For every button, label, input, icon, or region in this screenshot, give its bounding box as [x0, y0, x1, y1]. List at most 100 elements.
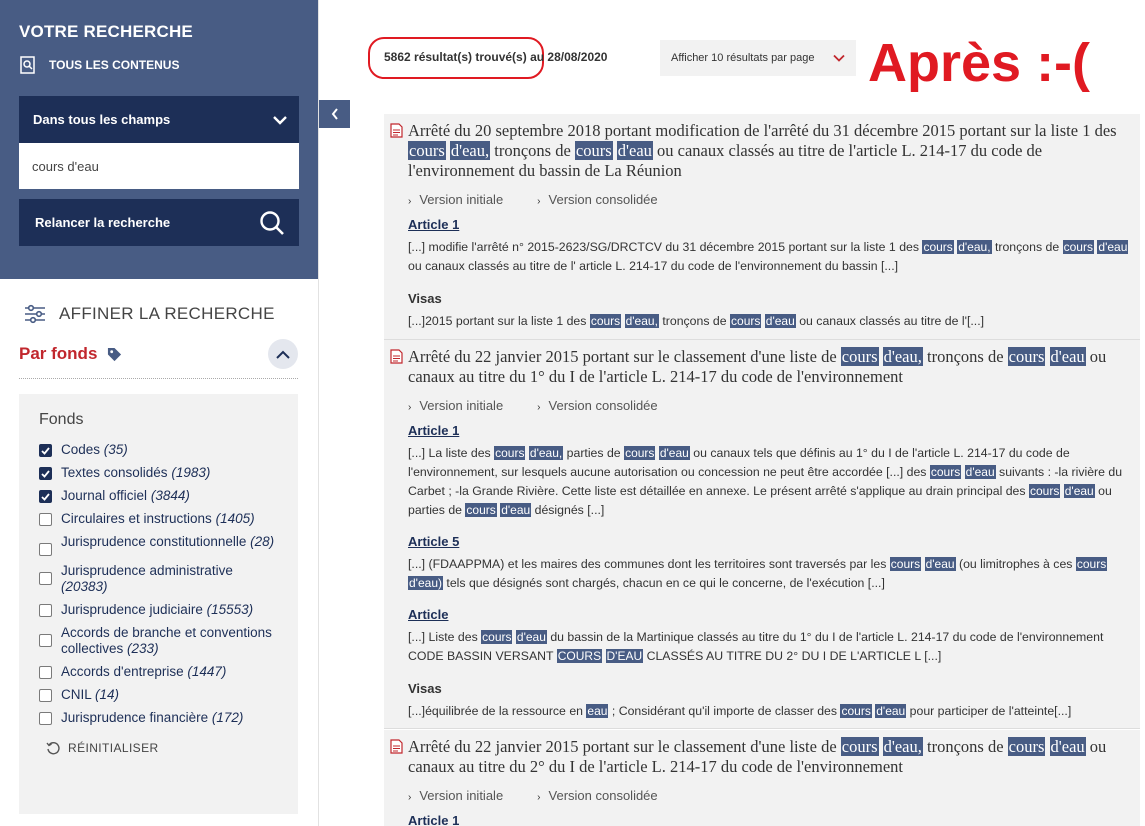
article-link[interactable]: Article — [408, 607, 1140, 622]
highlight: cours — [1075, 557, 1108, 571]
sidebar-title: VOTRE RECHERCHE — [19, 22, 193, 41]
result-excerpt: [...] La liste des cours d'eau, parties … — [408, 444, 1140, 520]
result-item: Arrêté du 22 janvier 2015 portant sur le… — [384, 730, 1140, 826]
fonds-item-textes-consolides[interactable]: Textes consolidés (1983) — [39, 465, 278, 481]
checkbox[interactable] — [39, 634, 52, 647]
version-consolidee-link[interactable]: Version consolidée — [537, 192, 658, 207]
collapse-fonds-button[interactable] — [268, 339, 298, 369]
highlight: d'eau, — [624, 314, 659, 328]
checkmark-icon — [41, 492, 50, 501]
fonds-item-label: Textes consolidés — [61, 465, 168, 480]
title-text: tronçons de — [490, 141, 575, 160]
article-link[interactable]: Article 5 — [408, 534, 1140, 549]
fonds-item-jurisprudence-administrative[interactable]: Jurisprudence administrative (20383) — [39, 563, 278, 595]
fonds-item-journal-officiel[interactable]: Journal officiel (3844) — [39, 488, 278, 504]
fonds-section-header: Par fonds — [19, 339, 298, 379]
search-input[interactable] — [19, 143, 299, 189]
annotation-text: Après :-( — [868, 33, 1091, 93]
result-title[interactable]: Arrêté du 22 janvier 2015 portant sur le… — [408, 737, 1140, 777]
highlight: d'eau — [658, 446, 690, 460]
per-page-label: Afficher 10 résultats par page — [671, 52, 815, 64]
excerpt-text: tels que désignés sont chargés, chacun e… — [442, 576, 885, 590]
fonds-item-text: Textes consolidés (1983) — [61, 465, 210, 481]
fonds-item-accords-de-branche[interactable]: Accords de branche et conventions collec… — [39, 625, 278, 657]
excerpt-text: ; Considérant qu'il importe de classer d… — [608, 704, 841, 718]
checkbox[interactable] — [39, 467, 52, 480]
excerpt-text: tronçons de — [658, 314, 731, 328]
fonds-item-text: Jurisprudence financière (172) — [61, 710, 243, 726]
highlight: d'eau, — [957, 240, 992, 254]
search-panel: VOTRE RECHERCHE TOUS LES CONTENUS Dans t… — [0, 0, 318, 279]
highlight: d'eau, — [449, 141, 491, 160]
version-initiale-link[interactable]: Version initiale — [408, 788, 503, 803]
fonds-item-text: Jurisprudence administrative (20383) — [61, 563, 278, 595]
highlight: D'EAU — [605, 649, 644, 663]
result-excerpt: [...]équilibrée de la ressource en eau ;… — [408, 702, 1140, 721]
result-title[interactable]: Arrêté du 22 janvier 2015 portant sur le… — [408, 347, 1140, 387]
scope-selector[interactable]: TOUS LES CONTENUS — [19, 56, 299, 74]
highlight: d'eau — [1049, 737, 1086, 756]
highlight: cours — [1007, 347, 1046, 366]
fonds-item-count: (14) — [95, 687, 120, 702]
title-text: tronçons de — [922, 347, 1008, 366]
search-icon — [260, 210, 284, 235]
fonds-filter-box: Fonds Codes (35) Textes consolidés (1983… — [19, 394, 298, 814]
title-text: Arrêté du 22 janvier 2015 portant sur le… — [408, 737, 841, 756]
highlight: d'eau, — [882, 347, 923, 366]
checkbox[interactable] — [39, 444, 52, 457]
relaunch-search-button[interactable]: Relancer la recherche — [19, 199, 299, 246]
pdf-document-icon — [390, 123, 403, 138]
checkbox[interactable] — [39, 490, 52, 503]
excerpt-text: [...] Liste des — [408, 630, 482, 644]
title-text: tronçons de — [922, 737, 1008, 756]
fonds-item-text: Accords d'entreprise (1447) — [61, 664, 226, 680]
checkbox[interactable] — [39, 513, 52, 526]
results-main: 5862 résultat(s) trouvé(s) au 28/08/2020… — [320, 0, 1145, 826]
excerpt-text: [...] (FDAAPPMA) et les maires des commu… — [408, 557, 890, 571]
highlight: d'eau — [924, 557, 956, 571]
checkbox[interactable] — [39, 604, 52, 617]
checkbox[interactable] — [39, 543, 52, 556]
version-consolidee-link[interactable]: Version consolidée — [537, 788, 658, 803]
per-page-select[interactable]: Afficher 10 résultats par page — [660, 40, 856, 76]
highlight: d'eau — [616, 141, 653, 160]
fonds-item-circulaires[interactable]: Circulaires et instructions (1405) — [39, 511, 278, 527]
fonds-item-jurisprudence-judiciaire[interactable]: Jurisprudence judiciaire (15553) — [39, 602, 278, 618]
result-title[interactable]: Arrêté du 20 septembre 2018 portant modi… — [408, 121, 1140, 181]
reset-filters-button[interactable]: RÉINITIALISER — [45, 740, 278, 756]
highlight: cours — [1028, 484, 1061, 498]
fonds-item-label: Codes — [61, 442, 101, 457]
highlight: COURS — [556, 649, 603, 663]
fonds-item-cnil[interactable]: CNIL (14) — [39, 687, 278, 703]
fonds-label: Par fonds — [19, 344, 122, 364]
highlight: cours — [481, 630, 513, 644]
version-consolidee-link[interactable]: Version consolidée — [537, 398, 658, 413]
checkbox[interactable] — [39, 666, 52, 679]
article-link[interactable]: Article 1 — [408, 423, 1140, 438]
fonds-item-text: Journal officiel (3844) — [61, 488, 190, 504]
checkbox[interactable] — [39, 712, 52, 725]
field-select[interactable]: Dans tous les champs — [19, 96, 299, 143]
highlight: cours — [589, 314, 622, 328]
version-initiale-link[interactable]: Version initiale — [408, 192, 503, 207]
checkbox[interactable] — [39, 572, 52, 585]
fonds-item-count: (28) — [250, 534, 275, 549]
title-text: Arrêté du 20 septembre 2018 portant modi… — [408, 121, 1117, 140]
checkbox[interactable] — [39, 689, 52, 702]
fonds-item-label: Jurisprudence constitutionnelle — [61, 534, 247, 549]
fonds-item-text: Accords de branche et conventions collec… — [61, 625, 278, 657]
highlight: cours — [922, 240, 954, 254]
version-initiale-link[interactable]: Version initiale — [408, 398, 503, 413]
article-link[interactable]: Article 1 — [408, 813, 1140, 826]
pdf-document-icon — [390, 739, 403, 754]
fonds-item-jurisprudence-financiere[interactable]: Jurisprudence financière (172) — [39, 710, 278, 726]
relaunch-label: Relancer la recherche — [35, 215, 171, 230]
fonds-item-count: (1983) — [171, 465, 211, 480]
results-count-text: 5862 résultat(s) trouvé(s) — [384, 50, 527, 64]
fonds-item-accords-entreprise[interactable]: Accords d'entreprise (1447) — [39, 664, 278, 680]
fonds-item-jurisprudence-constitutionnelle[interactable]: Jurisprudence constitutionnelle (28) — [39, 534, 278, 556]
article-link[interactable]: Article 1 — [408, 217, 1140, 232]
fonds-item-count: (15553) — [206, 602, 254, 617]
fonds-item-codes[interactable]: Codes (35) — [39, 442, 278, 458]
highlight: cours — [494, 446, 526, 460]
